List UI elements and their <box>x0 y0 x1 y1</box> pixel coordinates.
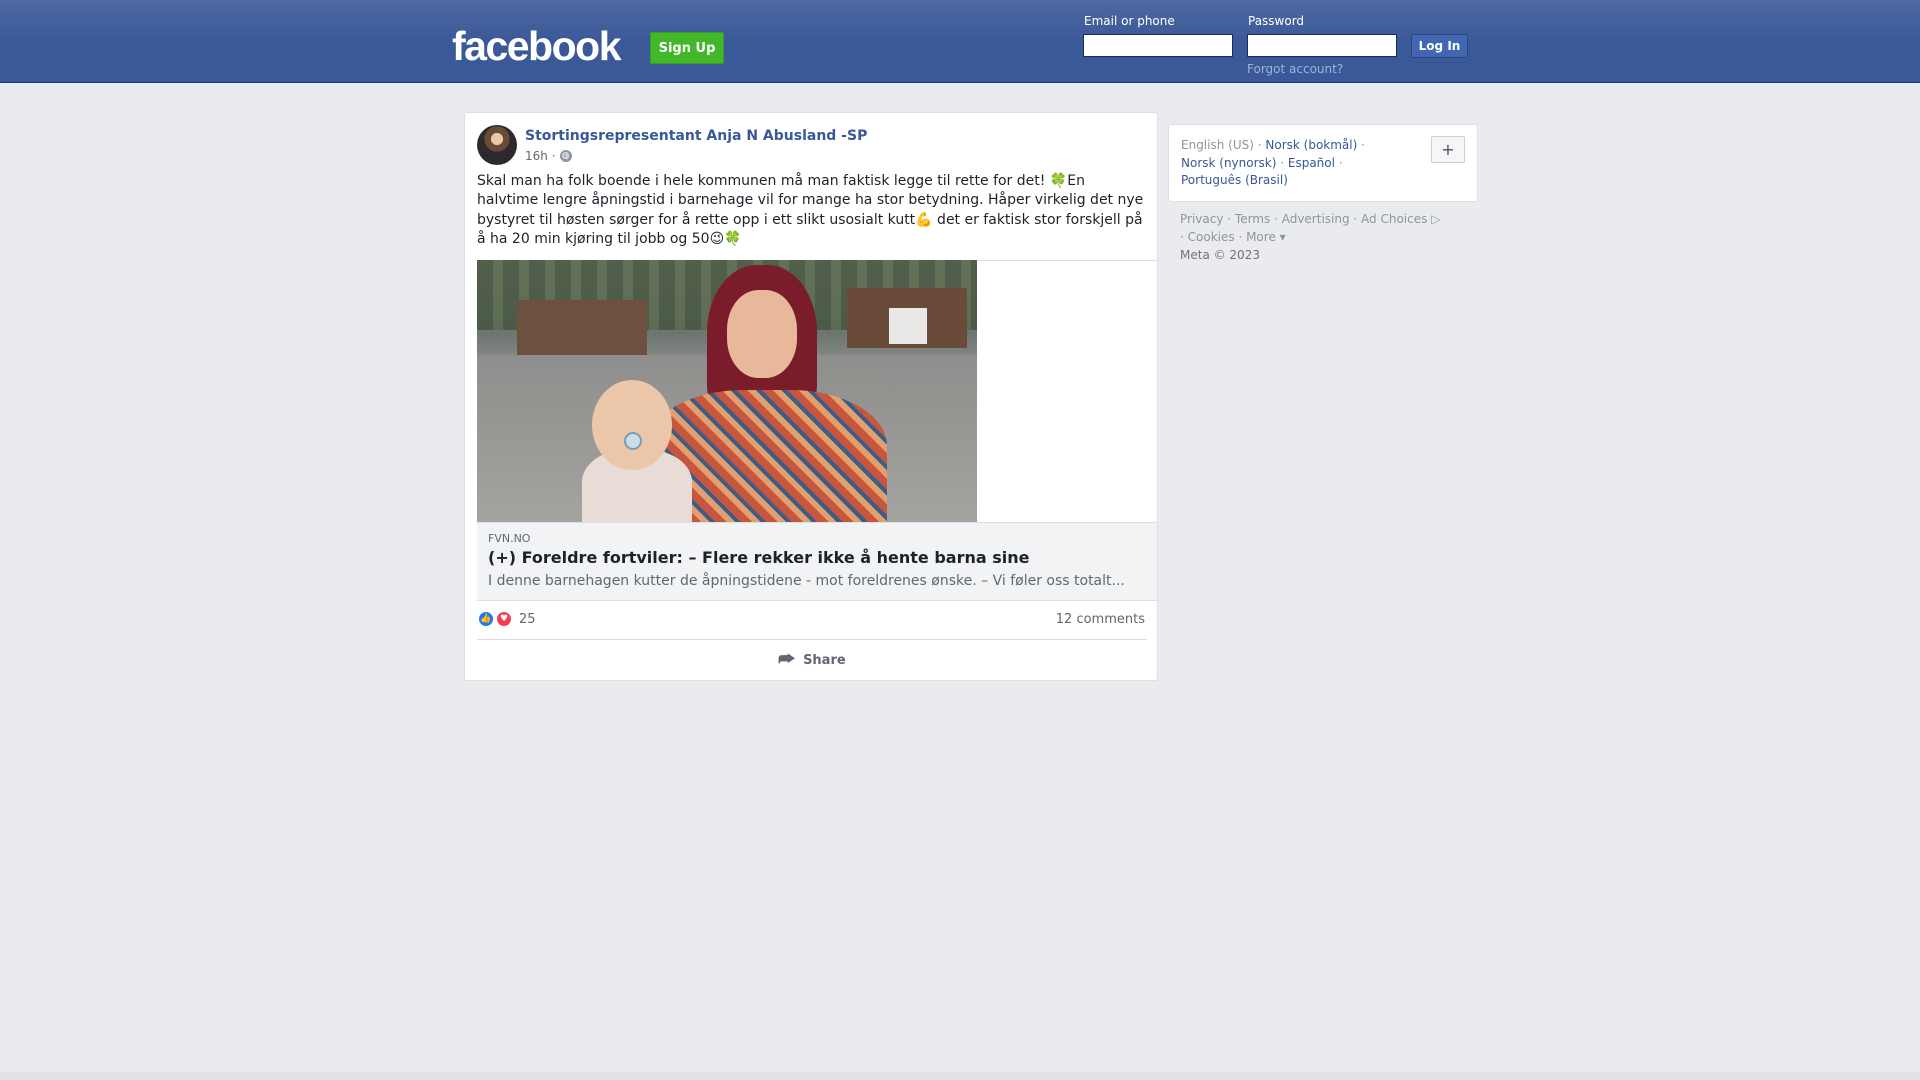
share-label: Share <box>803 652 846 668</box>
footer-link-cookies[interactable]: Cookies <box>1188 230 1235 244</box>
bottom-strip <box>0 1072 1920 1080</box>
post-timestamp: 16h · ◍ <box>525 149 572 163</box>
author-avatar[interactable] <box>477 125 517 165</box>
language-list: English (US) · Norsk (bokmål) · Norsk (n… <box>1181 138 1365 187</box>
link-headline[interactable]: (+) Foreldre fortviler: – Flere rekker i… <box>488 548 1030 567</box>
password-label: Password <box>1248 14 1305 28</box>
footer-link-privacy[interactable]: Privacy <box>1180 212 1223 226</box>
like-reaction-icon: 👍 <box>477 610 495 628</box>
reactions-summary[interactable]: 👍 ♥ 25 <box>477 610 536 628</box>
current-language: English (US) <box>1181 138 1254 152</box>
more-dropdown-icon: ▾ <box>1279 230 1286 244</box>
language-link-espanol[interactable]: Español <box>1288 156 1335 170</box>
add-language-button[interactable]: + <box>1431 136 1465 163</box>
link-description: I denne barnehagen kutter de åpningstide… <box>488 573 1125 589</box>
password-field[interactable] <box>1247 34 1397 57</box>
language-link-norsk-bokmal[interactable]: Norsk (bokmål) <box>1265 138 1357 152</box>
globe-icon: ◍ <box>559 150 572 162</box>
ad-choices-icon: ▷ <box>1431 212 1441 226</box>
copyright-text: Meta © 2023 <box>1180 248 1260 262</box>
feed-post: Stortingsrepresentant Anja N Abusland -S… <box>464 112 1158 681</box>
language-selector: English (US) · Norsk (bokmål) · Norsk (n… <box>1168 124 1478 202</box>
facebook-logo[interactable]: facebook <box>452 22 622 70</box>
share-icon: ⮫ <box>778 649 796 670</box>
email-field[interactable] <box>1083 34 1233 57</box>
footer-link-advertising[interactable]: Advertising <box>1282 212 1350 226</box>
link-preview-meta[interactable]: FVN.NO (+) Foreldre fortviler: – Flere r… <box>477 522 1157 601</box>
sign-up-button[interactable]: Sign Up <box>650 32 724 64</box>
love-reaction-icon: ♥ <box>495 610 513 628</box>
post-author-name[interactable]: Stortingsrepresentant Anja N Abusland -S… <box>525 128 867 144</box>
footer-link-more[interactable]: More <box>1246 230 1276 244</box>
email-label: Email or phone <box>1084 14 1175 28</box>
footer-links: Privacy · Terms · Advertising · Ad Choic… <box>1180 212 1441 262</box>
post-time-text[interactable]: 16h <box>525 149 548 163</box>
forgot-account-link[interactable]: Forgot account? <box>1247 62 1343 76</box>
post-text: Skal man ha folk boende i hele kommunen … <box>477 173 1144 247</box>
top-navigation-bar: facebook Sign Up Email or phone Password… <box>0 0 1920 83</box>
link-image-spacer <box>977 260 1157 522</box>
reaction-count: 25 <box>519 611 536 627</box>
footer-link-terms[interactable]: Terms <box>1235 212 1270 226</box>
link-domain: FVN.NO <box>488 532 531 545</box>
share-button[interactable]: ⮫ Share <box>465 640 1159 680</box>
log-in-button[interactable]: Log In <box>1411 34 1468 58</box>
language-link-portugues[interactable]: Português (Brasil) <box>1181 173 1288 187</box>
language-link-norsk-nynorsk[interactable]: Norsk (nynorsk) <box>1181 156 1276 170</box>
comments-count-link[interactable]: 12 comments <box>1056 612 1145 627</box>
footer-link-ad-choices[interactable]: Ad Choices <box>1361 212 1427 226</box>
link-preview-image[interactable] <box>477 260 977 522</box>
